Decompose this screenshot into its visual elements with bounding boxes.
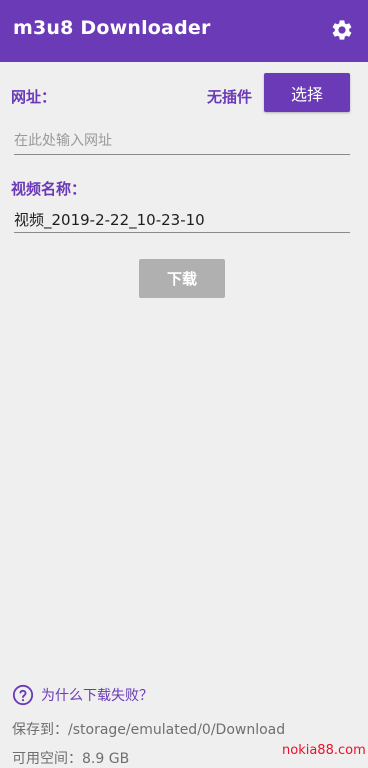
help-text: 为什么下载失败？ <box>41 688 153 704</box>
video-name-label: 视频名称： <box>11 180 87 198</box>
gear-icon[interactable] <box>330 18 354 42</box>
app-title: m3u8 Downloader <box>13 17 211 39</box>
select-button[interactable]: 选择 <box>264 73 350 112</box>
help-link[interactable]: 为什么下载失败？ <box>12 684 153 706</box>
url-label: 网址： <box>11 88 57 106</box>
watermark: nokia88.com <box>282 743 366 758</box>
download-button[interactable]: 下载 <box>139 259 225 298</box>
video-name-input[interactable] <box>14 206 350 233</box>
app-bar: m3u8 Downloader <box>0 0 368 62</box>
available-space: 可用空间：8.9 GB <box>12 751 130 767</box>
save-path: 保存到：/storage/emulated/0/Download <box>12 722 286 738</box>
url-input[interactable] <box>14 128 350 155</box>
question-circle-icon <box>12 684 34 706</box>
plugin-status[interactable]: 无插件 <box>207 86 252 107</box>
